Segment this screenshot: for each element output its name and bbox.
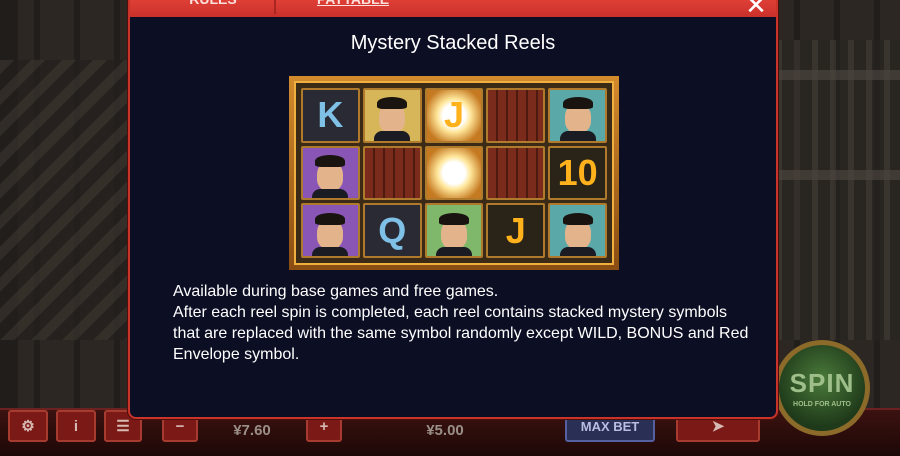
background-rail <box>776 70 900 80</box>
section-title: Mystery Stacked Reels <box>350 32 556 54</box>
arrow-icon: ➤ <box>711 418 725 435</box>
symbol-mystery-door <box>486 88 546 143</box>
symbol-mystery-door <box>362 145 422 201</box>
close-button[interactable]: ✕ <box>742 0 770 20</box>
background-balcony <box>776 40 900 340</box>
symbol-mystery-door <box>486 145 546 201</box>
symbol-character <box>424 203 484 258</box>
plus-icon: + <box>319 417 329 435</box>
gear-icon: ⚙ <box>21 418 35 435</box>
symbol-k: K <box>301 88 360 143</box>
symbol-flash <box>424 145 484 201</box>
tab-paytable[interactable]: PAYTABLE <box>278 0 428 12</box>
background-stairs <box>0 60 128 340</box>
tab-rules[interactable]: RULES <box>158 0 268 12</box>
modal-header: RULES PAYTABLE ✕ <box>130 0 776 20</box>
settings-button[interactable]: ⚙ <box>8 410 48 442</box>
description-line: After each reel spin is completed, each … <box>173 304 749 363</box>
paytable-modal: RULES PAYTABLE ✕ Mystery Stacked Reels K… <box>128 0 778 419</box>
list-icon: ☰ <box>116 418 130 435</box>
reel-grid: K J 10 Q J <box>294 81 614 265</box>
symbol-character <box>301 145 360 201</box>
info-button[interactable]: i <box>56 410 96 442</box>
bet-value: ¥7.60 <box>233 422 271 439</box>
close-icon: ✕ <box>745 0 767 20</box>
symbol-q: Q <box>362 203 422 258</box>
spin-label: SPIN <box>789 368 855 398</box>
symbol-character <box>301 203 360 258</box>
symbol-character <box>548 88 607 143</box>
feature-description: Available during base games and free gam… <box>173 281 753 365</box>
spin-button[interactable]: SPIN HOLD FOR AUTO <box>774 340 870 436</box>
reel-preview-image: K J 10 Q J <box>289 76 619 270</box>
description-line: Available during base games and free gam… <box>173 283 499 300</box>
info-icon: i <box>73 417 79 435</box>
spin-sub-label: HOLD FOR AUTO <box>793 401 851 408</box>
symbol-j: J <box>424 88 484 143</box>
symbol-10: 10 <box>548 145 607 201</box>
minus-icon: − <box>175 417 185 435</box>
symbol-character <box>362 88 422 143</box>
symbol-character <box>548 203 607 258</box>
win-value: ¥5.00 <box>426 422 464 439</box>
symbol-j: J <box>486 203 546 258</box>
background-rail <box>776 170 900 180</box>
tab-divider <box>274 0 276 14</box>
